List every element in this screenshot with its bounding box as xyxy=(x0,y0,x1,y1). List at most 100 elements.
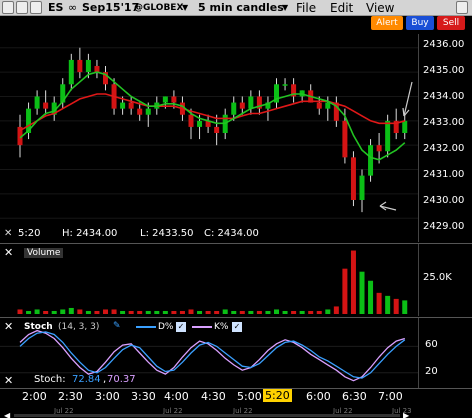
candle-body xyxy=(385,120,391,152)
k-legend-label: K% xyxy=(214,322,229,332)
candle-body xyxy=(68,59,74,85)
volume-bar xyxy=(162,310,168,314)
k-legend-line xyxy=(192,326,212,328)
price-tick: 2432.00 xyxy=(423,143,465,154)
volume-bar xyxy=(85,310,91,314)
stoch-tick: 20 xyxy=(425,366,438,377)
infinity-icon: ∞ xyxy=(68,1,78,14)
order-toolbar: Alert Buy Sell xyxy=(0,16,472,32)
buy-button[interactable]: Buy xyxy=(406,16,434,30)
volume-bar xyxy=(256,310,262,314)
volume-bar xyxy=(154,310,160,314)
stoch-panel[interactable]: ✕ Stoch (14, 3, 3) ✎ D% ✓ K% ✓ ✕ Stoch: … xyxy=(0,318,418,388)
volume-bar xyxy=(265,310,271,314)
link-icon[interactable] xyxy=(30,1,42,14)
interval-selector[interactable]: 5 min candles xyxy=(198,1,284,15)
volume-bar xyxy=(145,310,151,314)
menu-edit[interactable]: Edit xyxy=(330,0,353,16)
menu-file[interactable]: File xyxy=(296,0,316,16)
symbol-dropdown-icon[interactable]: ▼ xyxy=(182,1,188,15)
price-tick: 2435.00 xyxy=(423,65,465,76)
volume-bar xyxy=(111,309,117,314)
volume-panel[interactable]: ✕ Volume xyxy=(0,244,418,316)
candle-body xyxy=(359,175,365,200)
volume-bar xyxy=(239,310,245,314)
candle-body xyxy=(145,108,151,115)
price-tick: 2434.00 xyxy=(423,91,465,102)
k-checkbox[interactable]: ✓ xyxy=(232,322,242,332)
window-menu-icon[interactable] xyxy=(456,1,468,14)
volume-bar xyxy=(359,271,365,314)
candle-body xyxy=(120,102,126,109)
volume-axis[interactable]: 25.0K xyxy=(418,244,472,316)
candle-body xyxy=(137,108,143,115)
d-legend-line xyxy=(136,326,156,328)
candle-body xyxy=(94,66,100,73)
stoch-readout-label: Stoch: xyxy=(34,374,66,385)
volume-bar xyxy=(188,309,194,314)
d-legend-label: D% xyxy=(158,322,174,332)
alert-button[interactable]: Alert xyxy=(371,16,403,30)
candle-body xyxy=(350,157,356,200)
candle-body xyxy=(34,96,40,109)
close-stoch-icon[interactable]: ✕ xyxy=(4,320,13,333)
volume-bar xyxy=(205,310,211,314)
interval-dropdown-icon[interactable]: ▼ xyxy=(282,1,288,15)
price-tick: 2436.00 xyxy=(423,39,465,50)
volume-bar xyxy=(325,309,331,314)
collapse-icon[interactable]: ✕ xyxy=(4,228,12,239)
volume-bar xyxy=(222,309,228,314)
volume-bar xyxy=(291,310,297,314)
volume-bar xyxy=(393,298,399,314)
scroll-left-icon[interactable]: ◀ xyxy=(4,411,10,418)
volume-bar xyxy=(282,310,288,314)
candle-body xyxy=(248,96,254,109)
back-icon[interactable] xyxy=(2,1,14,14)
settings-icon[interactable]: ✎ xyxy=(113,321,121,331)
candle-body xyxy=(316,102,322,109)
volume-bar xyxy=(77,309,83,314)
stoch-axis[interactable]: 60 20 xyxy=(418,318,472,388)
time-tick: 5:00 xyxy=(237,390,262,403)
exchange-label[interactable]: @GLOBEX xyxy=(134,1,183,15)
candle-body xyxy=(197,120,203,127)
scroll-right-icon[interactable]: ▶ xyxy=(403,411,409,418)
price-panel[interactable]: ✕ 5:20 H: 2434.00 L: 2433.50 C: 2434.00 xyxy=(0,34,418,242)
annotation-arrow-head xyxy=(402,107,405,117)
volume-bar xyxy=(68,307,74,314)
close-readout-icon[interactable]: ✕ xyxy=(4,374,13,387)
chart-window: ES ∞ Sep15'17 @GLOBEX ▼ 5 min candles ▼ … xyxy=(0,0,472,418)
volume-bar xyxy=(103,309,108,314)
time-axis[interactable]: 2:00 2:30 3:00 3:30 4:00 4:30 5:00 5:20 … xyxy=(0,388,472,418)
contract-label[interactable]: Sep15'17 xyxy=(82,1,139,15)
volume-bar xyxy=(299,310,305,314)
candle-body xyxy=(162,96,168,103)
stoch-d-line xyxy=(19,331,406,379)
candle-body xyxy=(85,59,91,73)
price-chart[interactable] xyxy=(0,34,418,242)
candle-body xyxy=(325,102,331,109)
volume-bar xyxy=(308,310,314,314)
candle-body xyxy=(214,126,220,133)
d-checkbox[interactable]: ✓ xyxy=(176,322,186,332)
price-tick: 2433.00 xyxy=(423,117,465,128)
annotation-arrow-head xyxy=(379,201,387,207)
volume-bar xyxy=(43,310,49,314)
price-tick: 2430.00 xyxy=(423,195,465,206)
time-tick: 2:00 xyxy=(22,390,47,403)
price-axis[interactable]: 2436.00 2435.00 2434.00 2433.00 2432.00 … xyxy=(418,34,472,242)
sell-button[interactable]: Sell xyxy=(437,16,465,30)
menu-view[interactable]: View xyxy=(366,0,394,16)
price-tick: 2429.00 xyxy=(423,221,465,232)
volume-bar xyxy=(17,309,23,314)
info-time: 5:20 xyxy=(18,228,41,239)
volume-bar xyxy=(214,310,220,314)
volume-bar xyxy=(274,309,279,314)
close-volume-icon[interactable]: ✕ xyxy=(4,246,13,259)
pin-icon[interactable] xyxy=(16,1,28,14)
symbol-label[interactable]: ES xyxy=(48,1,63,15)
candle-body xyxy=(128,102,134,109)
volume-bar xyxy=(350,250,356,314)
candle-body xyxy=(171,96,177,103)
horizontal-scrollbar[interactable] xyxy=(14,414,400,417)
